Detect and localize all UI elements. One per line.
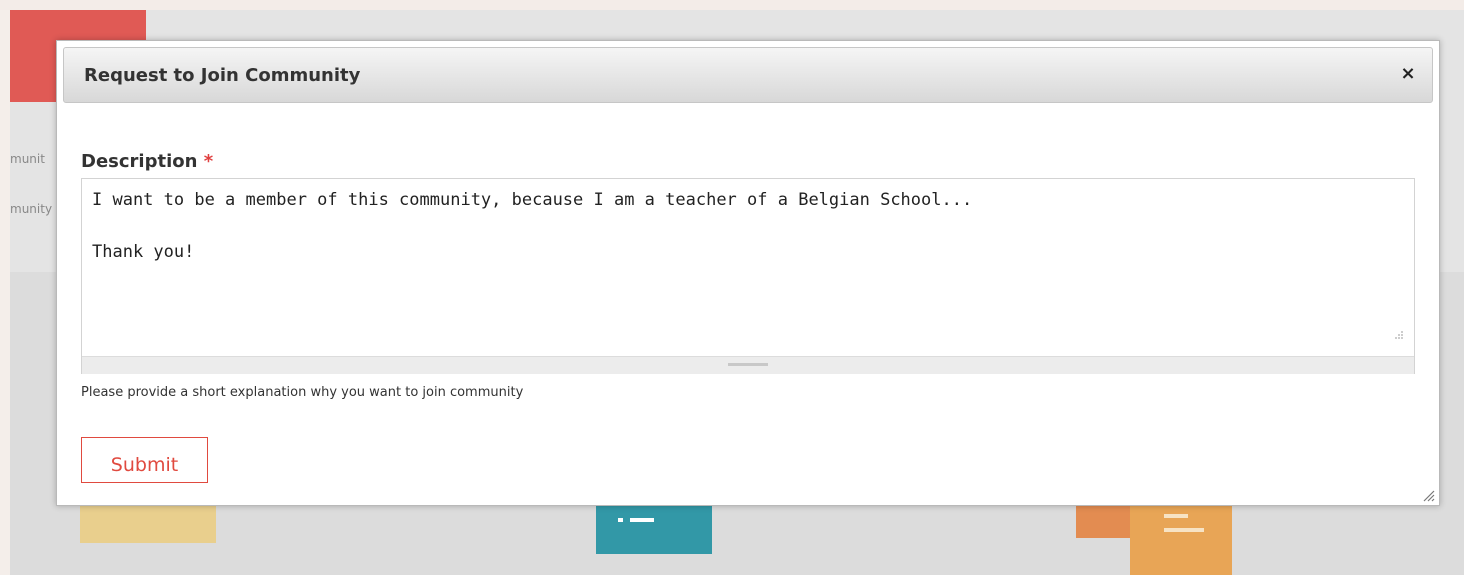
editor-resize-bar[interactable] xyxy=(82,356,1414,374)
description-label-text: Description xyxy=(81,151,198,172)
resize-corner-icon[interactable] xyxy=(1421,487,1435,502)
dialog-title: Request to Join Community xyxy=(84,65,361,86)
description-editor xyxy=(81,178,1415,374)
submit-button[interactable]: Submit xyxy=(81,437,208,483)
description-label: Description * xyxy=(81,151,213,172)
page-top-strip xyxy=(0,0,1464,10)
tile-icon-line xyxy=(1164,514,1188,518)
description-help-text: Please provide a short explanation why y… xyxy=(81,385,524,400)
required-marker: * xyxy=(203,151,214,172)
background-tile-amber xyxy=(1130,506,1232,575)
tile-icon-dot xyxy=(618,518,623,522)
background-text: munit xyxy=(10,152,45,166)
background-tile-yellow xyxy=(80,506,216,543)
dialog-header[interactable]: Request to Join Community × xyxy=(63,47,1433,103)
background-text: munity xyxy=(10,202,53,216)
resize-grip-icon[interactable] xyxy=(1392,329,1404,341)
join-community-dialog: Request to Join Community × Description … xyxy=(56,40,1440,506)
drag-handle-icon[interactable] xyxy=(728,363,768,366)
tile-icon-line xyxy=(630,518,654,522)
background-tile-teal xyxy=(596,506,712,554)
background-tile-orange xyxy=(1076,506,1132,538)
close-icon[interactable]: × xyxy=(1398,64,1418,84)
description-textarea[interactable] xyxy=(82,179,1414,355)
tile-icon-line xyxy=(1164,528,1204,532)
